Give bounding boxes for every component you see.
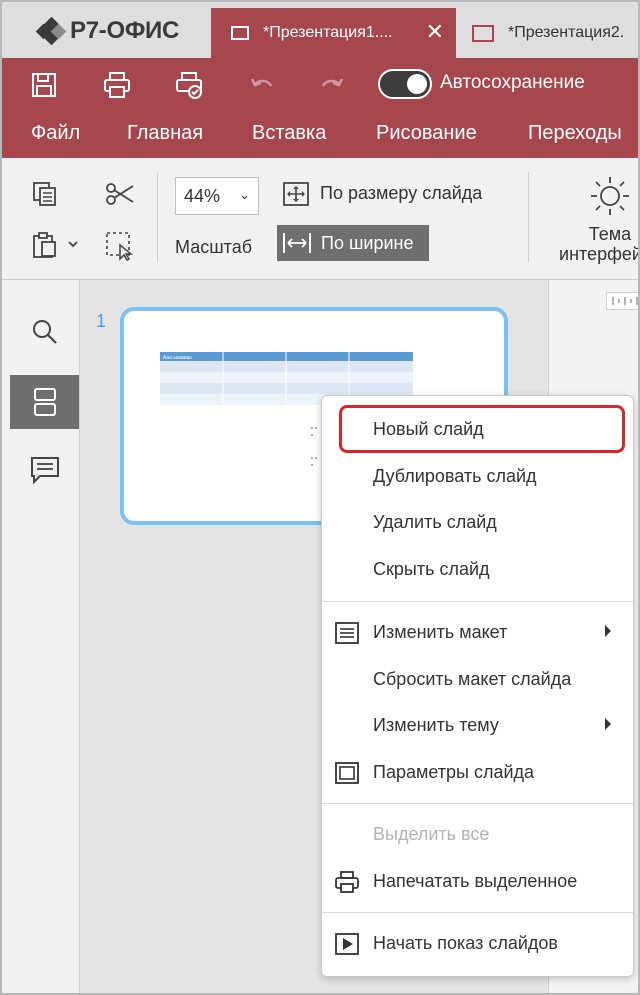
menu-file[interactable]: Файл [31, 122, 80, 145]
autosave-label: Автосохранение [440, 72, 585, 93]
theme-label-line1: Тема [588, 224, 632, 244]
select-all-icon[interactable] [105, 231, 135, 266]
slide-number: 1 [96, 311, 107, 331]
left-sidebar [2, 280, 80, 993]
menu-insert[interactable]: Вставка [252, 122, 326, 145]
sidebar-comments[interactable] [10, 443, 79, 497]
print-icon[interactable] [102, 70, 132, 100]
slides-icon [33, 388, 56, 416]
menu-draw[interactable]: Рисование [376, 122, 477, 145]
submenu-arrow-icon [605, 718, 611, 730]
menu-divider [322, 912, 633, 913]
menu-item-label: Удалить слайд [373, 512, 497, 532]
fit-width-icon [283, 233, 311, 253]
tab-label: *Презентация2. [508, 24, 625, 41]
table-header-text: Ааа ыааааы [163, 355, 192, 361]
logo-icon [35, 16, 67, 46]
header-bar: Автосохранение Файл Главная Вставка Рисо… [2, 58, 638, 158]
menu-item-label: Сбросить макет слайда [373, 669, 572, 689]
toolbar-divider [528, 172, 529, 262]
redo-icon[interactable] [317, 70, 347, 100]
ruler [606, 292, 638, 310]
presentation-icon [231, 26, 249, 40]
menu-item-hide-slide[interactable]: Скрыть слайд [322, 548, 633, 592]
copy-icon[interactable] [31, 180, 59, 213]
cut-icon[interactable] [105, 180, 135, 213]
menu-divider [322, 803, 633, 804]
tab-presentation2[interactable]: *Презентация2. [464, 8, 638, 58]
play-icon [335, 933, 359, 955]
menu-divider [322, 601, 633, 602]
menu-transitions[interactable]: Переходы [528, 122, 622, 145]
toggle-knob [407, 74, 427, 94]
logo-text: Р7-ОФИС [70, 17, 179, 44]
menu-home[interactable]: Главная [127, 122, 203, 145]
theme-button[interactable]: Тема интерфейса [542, 224, 638, 264]
tab-label: *Презентация1.... [263, 24, 393, 41]
paste-icon[interactable] [31, 231, 79, 264]
sun-icon[interactable] [588, 174, 632, 223]
fit-slide-icon[interactable] [282, 180, 310, 213]
menu-item-delete-slide[interactable]: Удалить слайд [322, 501, 633, 545]
menu-item-label: Дублировать слайд [373, 466, 537, 486]
slide-context-menu: Новый слайд Дублировать слайд Удалить сл… [321, 395, 634, 977]
menu-item-label: Изменить тему [373, 715, 499, 735]
toolbar-divider [157, 172, 158, 262]
menu-item-label: Изменить макет [373, 622, 508, 642]
presentation-icon [472, 24, 494, 42]
close-icon[interactable]: ✕ [426, 20, 444, 44]
app-window: Р7-ОФИС *Презентация1.... ✕ *Презентация… [0, 0, 640, 995]
app-logo: Р7-ОФИС [35, 16, 179, 46]
zoom-value: 44% [184, 186, 221, 206]
menu-item-label: Напечатать выделенное [373, 871, 578, 891]
zoom-select[interactable]: 44% ⌄ [175, 177, 259, 215]
menu-item-change-theme[interactable]: Изменить тему [322, 704, 633, 748]
slide-settings-icon [335, 762, 359, 784]
tab-presentation1[interactable]: *Презентация1.... ✕ [211, 8, 456, 58]
quick-print-icon[interactable] [174, 70, 204, 100]
undo-icon[interactable] [247, 70, 277, 100]
chevron-down-icon: ⌄ [239, 187, 250, 202]
menu-item-select-all: Выделить все [322, 813, 633, 857]
save-icon[interactable] [29, 70, 59, 100]
menu-item-label: Начать показ слайдов [373, 933, 558, 953]
menu-item-label: Параметры слайда [373, 762, 535, 782]
fit-width-button[interactable]: По ширине [277, 225, 429, 261]
print-icon [335, 871, 359, 893]
autosave-toggle[interactable] [378, 69, 432, 99]
fit-width-label: По ширине [321, 233, 414, 253]
menu-item-print-selection[interactable]: Напечатать выделенное [322, 860, 633, 904]
search-icon [32, 320, 57, 344]
submenu-arrow-icon [605, 625, 611, 637]
sidebar-search[interactable] [10, 305, 79, 359]
menu-item-duplicate-slide[interactable]: Дублировать слайд [322, 455, 633, 499]
theme-label-line2: интерфейса [559, 244, 638, 264]
highlight-annotation [339, 405, 625, 453]
title-tab-bar: Р7-ОФИС *Презентация1.... ✕ *Презентация… [2, 2, 638, 58]
layout-icon [335, 622, 359, 644]
menu-item-slide-settings[interactable]: Параметры слайда [322, 751, 633, 795]
comment-icon [30, 457, 59, 484]
menu-item-reset-layout[interactable]: Сбросить макет слайда [322, 658, 633, 702]
fit-slide-button[interactable]: По размеру слайда [320, 183, 482, 204]
menu-item-label: Скрыть слайд [373, 559, 490, 579]
zoom-label: Масштаб [175, 237, 253, 257]
menu-item-change-layout[interactable]: Изменить макет [322, 611, 633, 655]
menu-item-label: Выделить все [373, 824, 490, 844]
sidebar-slides[interactable] [10, 375, 79, 429]
menu-item-start-slideshow[interactable]: Начать показ слайдов [322, 922, 633, 966]
